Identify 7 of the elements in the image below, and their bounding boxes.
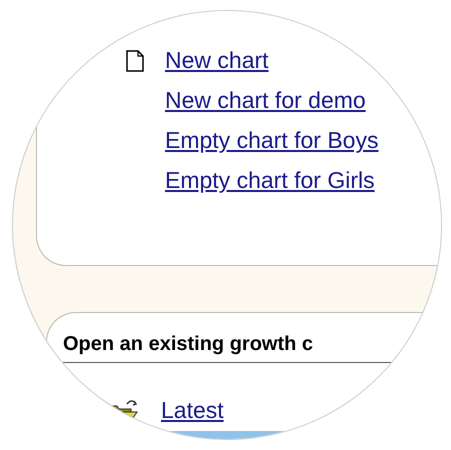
- chart-link[interactable]: Empty chart for Girls: [165, 168, 441, 194]
- chart-link[interactable]: Empty chart for Boys: [165, 128, 441, 154]
- chart-link[interactable]: Latest: [161, 398, 441, 424]
- document-icon: [126, 50, 144, 72]
- chart-link[interactable]: New chart for demo: [165, 88, 441, 114]
- section-heading: Open an existing growth c: [63, 333, 441, 363]
- chart-link[interactable]: New chart: [165, 48, 441, 74]
